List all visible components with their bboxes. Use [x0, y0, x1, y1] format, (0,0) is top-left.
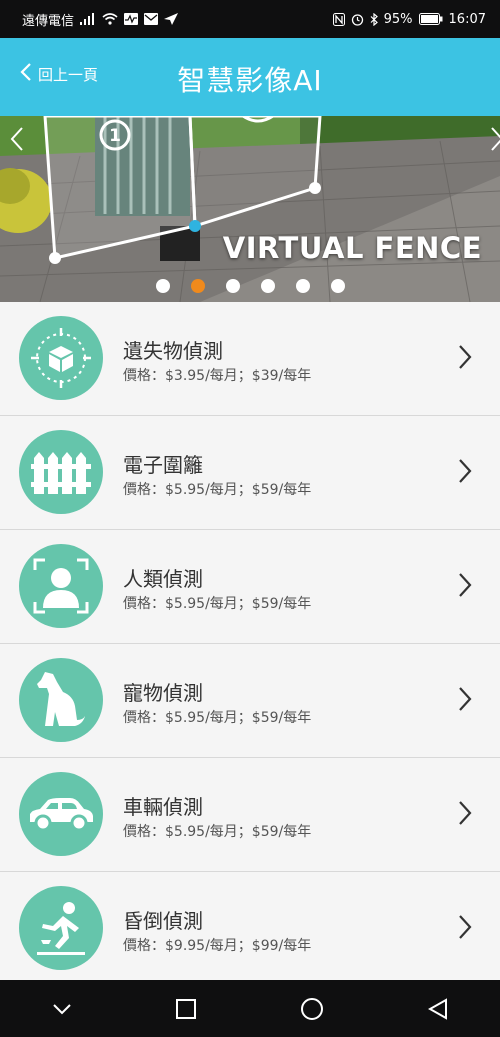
carousel-dot[interactable]	[156, 279, 170, 293]
alarm-icon	[351, 13, 364, 26]
fence-icon	[19, 430, 103, 514]
home-button[interactable]	[300, 997, 324, 1021]
status-bar: 遠傳電信 95% 16:07	[0, 0, 500, 38]
feature-price: 價格：$5.95/每月；$59/每年	[123, 482, 312, 498]
carousel-dot[interactable]	[261, 279, 275, 293]
chevron-right-icon	[458, 800, 472, 830]
chevron-right-icon	[458, 344, 472, 374]
feature-item-vehicle[interactable]: 車輛偵測 價格：$5.95/每月；$59/每年	[0, 758, 500, 872]
battery-percent: 95%	[383, 11, 413, 27]
car-icon	[19, 772, 103, 856]
carousel-dots	[0, 279, 500, 293]
mail-icon	[144, 13, 159, 25]
clock: 16:07	[448, 11, 486, 27]
recent-apps-button[interactable]	[176, 998, 196, 1019]
back-nav-button[interactable]	[428, 997, 448, 1020]
feature-item-lost-item[interactable]: 遺失物偵測 價格：$3.95/每月；$39/每年	[0, 302, 500, 416]
signal-icon	[80, 13, 96, 25]
feature-item-pet[interactable]: 寵物偵測 價格：$5.95/每月；$59/每年	[0, 644, 500, 758]
feature-price: 價格：$9.95/每月；$99/每年	[123, 938, 312, 954]
battery-icon	[418, 13, 443, 25]
chevron-right-icon	[458, 914, 472, 944]
feature-item-fall[interactable]: 昏倒偵測 價格：$9.95/每月；$99/每年	[0, 872, 500, 986]
carousel-dot[interactable]	[296, 279, 310, 293]
fall-icon	[19, 886, 103, 970]
carousel-dot[interactable]	[331, 279, 345, 293]
nfc-icon	[332, 12, 345, 26]
feature-name: 電子圍籬	[123, 453, 203, 477]
carrier-label: 遠傳電信	[22, 13, 75, 29]
bluetooth-icon	[370, 12, 378, 26]
feature-price: 價格：$5.95/每月；$59/每年	[123, 710, 312, 726]
page-title: 智慧影像AI	[177, 64, 323, 97]
feature-list: 遺失物偵測 價格：$3.95/每月；$39/每年 電子圍籬 價格：$5.95/每…	[0, 302, 500, 986]
chevron-right-icon	[458, 572, 472, 602]
chevron-right-icon	[458, 686, 472, 716]
carousel-dot-active[interactable]	[191, 279, 205, 293]
feature-name: 昏倒偵測	[123, 909, 203, 933]
svg-text:1: 1	[109, 126, 121, 146]
wifi-icon	[102, 13, 118, 25]
person-detection-icon	[19, 544, 103, 628]
promo-banner[interactable]: 1 VIRTUAL FENCE	[0, 116, 500, 302]
feature-name: 遺失物偵測	[123, 339, 223, 363]
feature-name: 車輛偵測	[123, 795, 203, 819]
feature-name: 人類偵測	[123, 567, 203, 591]
feature-price: 價格：$3.95/每月；$39/每年	[123, 368, 312, 384]
dog-icon	[19, 658, 103, 742]
feature-price: 價格：$5.95/每月；$59/每年	[123, 824, 312, 840]
lost-item-icon	[19, 316, 103, 400]
feature-name: 寵物偵測	[123, 681, 203, 705]
banner-caption: VIRTUAL FENCE	[222, 231, 482, 265]
feature-price: 價格：$5.95/每月；$59/每年	[123, 596, 312, 612]
feature-item-fence[interactable]: 電子圍籬 價格：$5.95/每月；$59/每年	[0, 416, 500, 530]
app-bar: 回上一頁 智慧影像AI	[0, 38, 500, 116]
carousel-dot[interactable]	[226, 279, 240, 293]
activity-icon	[124, 13, 139, 25]
virtual-fence-illustration: 1	[0, 116, 500, 302]
feature-item-person[interactable]: 人類偵測 價格：$5.95/每月；$59/每年	[0, 530, 500, 644]
send-icon	[164, 13, 179, 25]
chevron-right-icon	[458, 458, 472, 488]
system-nav-bar	[0, 980, 500, 1037]
chevron-down-icon[interactable]	[52, 1003, 72, 1015]
